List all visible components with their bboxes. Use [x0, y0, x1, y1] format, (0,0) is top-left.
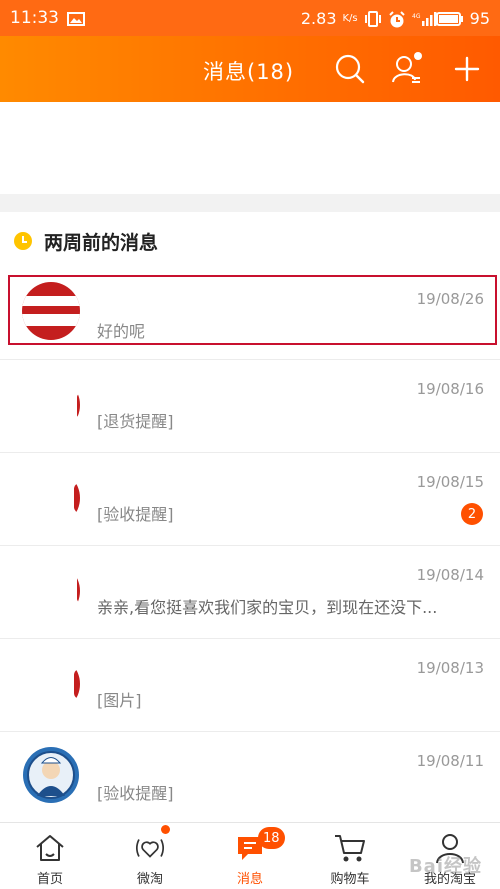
tab-messages[interactable]: 18 消息: [200, 823, 300, 889]
message-preview: 亲亲,看您挺喜欢我们家的宝贝，到现在还没下...: [97, 598, 438, 617]
avatar: [22, 562, 80, 620]
image-notification-icon: [67, 11, 85, 26]
network-speed: 2.83: [300, 8, 337, 28]
add-button[interactable]: [450, 52, 484, 86]
message-date: 19/08/16: [416, 380, 484, 398]
message-row[interactable]: 19/08/14 亲亲,看您挺喜欢我们家的宝贝，到现在还没下...: [0, 546, 500, 639]
tab-label: 微淘: [136, 872, 163, 887]
message-date: 19/08/26: [416, 290, 484, 308]
signal-icon: 4G: [412, 11, 437, 26]
message-preview: 好的呢: [97, 322, 146, 341]
tab-label: 消息: [236, 872, 263, 887]
avatar: [22, 376, 80, 434]
message-preview: [验收提醒]: [97, 505, 174, 524]
tab-cart[interactable]: 购物车: [300, 823, 400, 889]
svg-text:4G: 4G: [412, 13, 421, 20]
watermark: Bai经验: [408, 856, 482, 877]
message-row[interactable]: 19/08/11 [验收提醒]: [0, 732, 500, 822]
cart-icon: [333, 831, 367, 865]
message-list: 19/08/26 好的呢 19/08/16 [退货提醒] 19/08/15 [验…: [0, 270, 500, 822]
tab-weitao[interactable]: 微淘: [100, 823, 200, 889]
network-unit: K/s: [342, 12, 358, 24]
avatar: [22, 469, 80, 527]
status-bar: 11:33 2.83 K/s 4G 95: [0, 0, 500, 36]
tab-home[interactable]: 首页: [0, 823, 100, 889]
message-date: 19/08/13: [416, 659, 484, 677]
app-header: 消息(18): [0, 36, 500, 102]
alarm-icon: [388, 11, 406, 28]
messages-count-badge: 18: [258, 827, 285, 849]
avatar: [22, 655, 80, 713]
battery-level: 95: [469, 8, 490, 28]
battery-icon: [435, 11, 464, 26]
message-preview: [退货提醒]: [97, 412, 174, 431]
banner-area: [0, 102, 500, 194]
notification-dot: [161, 825, 170, 834]
message-date: 19/08/15: [416, 473, 484, 491]
unread-badge: 2: [461, 503, 483, 525]
message-row[interactable]: 19/08/16 [退货提醒]: [0, 360, 500, 453]
message-row[interactable]: 19/08/13 [图片]: [0, 639, 500, 732]
message-row[interactable]: 19/08/15 [验收提醒] 2: [0, 453, 500, 546]
section-header: 两周前的消息: [0, 212, 500, 270]
plus-icon: [454, 56, 480, 82]
vibrate-icon: [364, 11, 382, 27]
clock-icon: [14, 232, 32, 250]
message-preview: [验收提醒]: [97, 784, 174, 803]
message-date: 19/08/11: [416, 752, 484, 770]
page-title: 消息(18): [203, 60, 295, 84]
shop-logo-avatar: [22, 746, 80, 804]
avatar: [22, 282, 80, 340]
contacts-icon: [392, 52, 422, 83]
search-icon: [335, 54, 365, 84]
tab-label: 购物车: [330, 872, 370, 887]
contacts-button[interactable]: [390, 52, 424, 86]
heart-signal-icon: [133, 831, 167, 865]
status-time: 11:33: [10, 8, 59, 28]
search-button[interactable]: [333, 52, 367, 86]
message-date: 19/08/14: [416, 566, 484, 584]
message-preview: [图片]: [97, 691, 142, 710]
message-row[interactable]: 19/08/26 好的呢: [0, 270, 500, 360]
tab-label: 首页: [36, 872, 63, 887]
home-icon: [33, 831, 67, 865]
section-title: 两周前的消息: [44, 231, 159, 254]
